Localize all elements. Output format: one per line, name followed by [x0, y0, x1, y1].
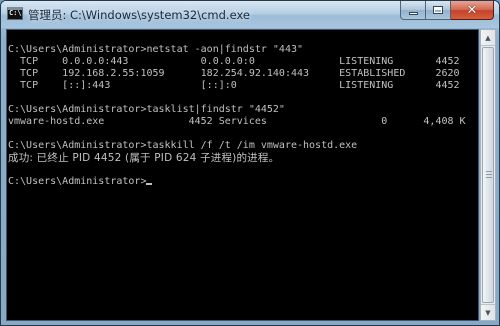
scroll-up-button[interactable]: ▲ — [481, 30, 495, 46]
window-title: 管理员: C:\Windows\system32\cmd.exe — [28, 8, 250, 22]
minimize-button[interactable] — [400, 1, 426, 20]
text-cursor — [146, 183, 153, 185]
console-line: C:\Users\Administrator>taskkill /f /t /i… — [8, 140, 358, 151]
minimize-icon — [408, 11, 418, 15]
grip-line — [486, 171, 492, 172]
grip-line — [486, 174, 492, 175]
prompt-text: C:\Users\Administrator> — [8, 176, 147, 187]
cmd-app-icon[interactable]: C:\ — [7, 7, 23, 20]
console-output[interactable]: C:\Users\Administrator>netstat -aon|find… — [6, 29, 479, 321]
scroll-thumb[interactable] — [482, 47, 494, 303]
window-controls: ✕ — [400, 1, 494, 21]
maximize-button[interactable] — [426, 1, 451, 20]
close-icon: ✕ — [466, 2, 478, 18]
arrow-up-icon: ▲ — [485, 33, 491, 42]
console-line: vmware-hostd.exe 4452 Services 0 4,408 K — [8, 116, 466, 127]
console-line: TCP 0.0.0.0:443 0.0.0.0:0 LISTENING 4452 — [8, 56, 460, 67]
success-message: 成功: 已终止 PID 4452 (属于 PID 624 子进程)的进程。 — [8, 152, 280, 164]
close-button[interactable]: ✕ — [451, 1, 494, 20]
arrow-down-icon: ▼ — [485, 308, 491, 317]
prompt-line[interactable]: C:\Users\Administrator> — [8, 176, 477, 188]
app-icon-label: C:\ — [9, 9, 22, 17]
cmd-window: C:\ 管理员: C:\Windows\system32\cmd.exe ✕ C… — [0, 0, 500, 326]
console-line: C:\Users\Administrator>tasklist|findstr … — [8, 104, 285, 115]
maximize-icon — [433, 6, 443, 14]
grip-line — [486, 177, 492, 178]
vertical-scrollbar[interactable]: ▲ ▼ — [480, 29, 496, 321]
scroll-down-button[interactable]: ▼ — [481, 304, 495, 320]
title-bar[interactable]: C:\ 管理员: C:\Windows\system32\cmd.exe ✕ — [1, 1, 499, 28]
console-line: TCP 192.168.2.55:1059 182.254.92.140:443… — [8, 68, 460, 79]
console-line: C:\Users\Administrator>netstat -aon|find… — [8, 44, 304, 55]
console-line: TCP [::]:443 [::]:0 LISTENING 4452 — [8, 80, 460, 91]
